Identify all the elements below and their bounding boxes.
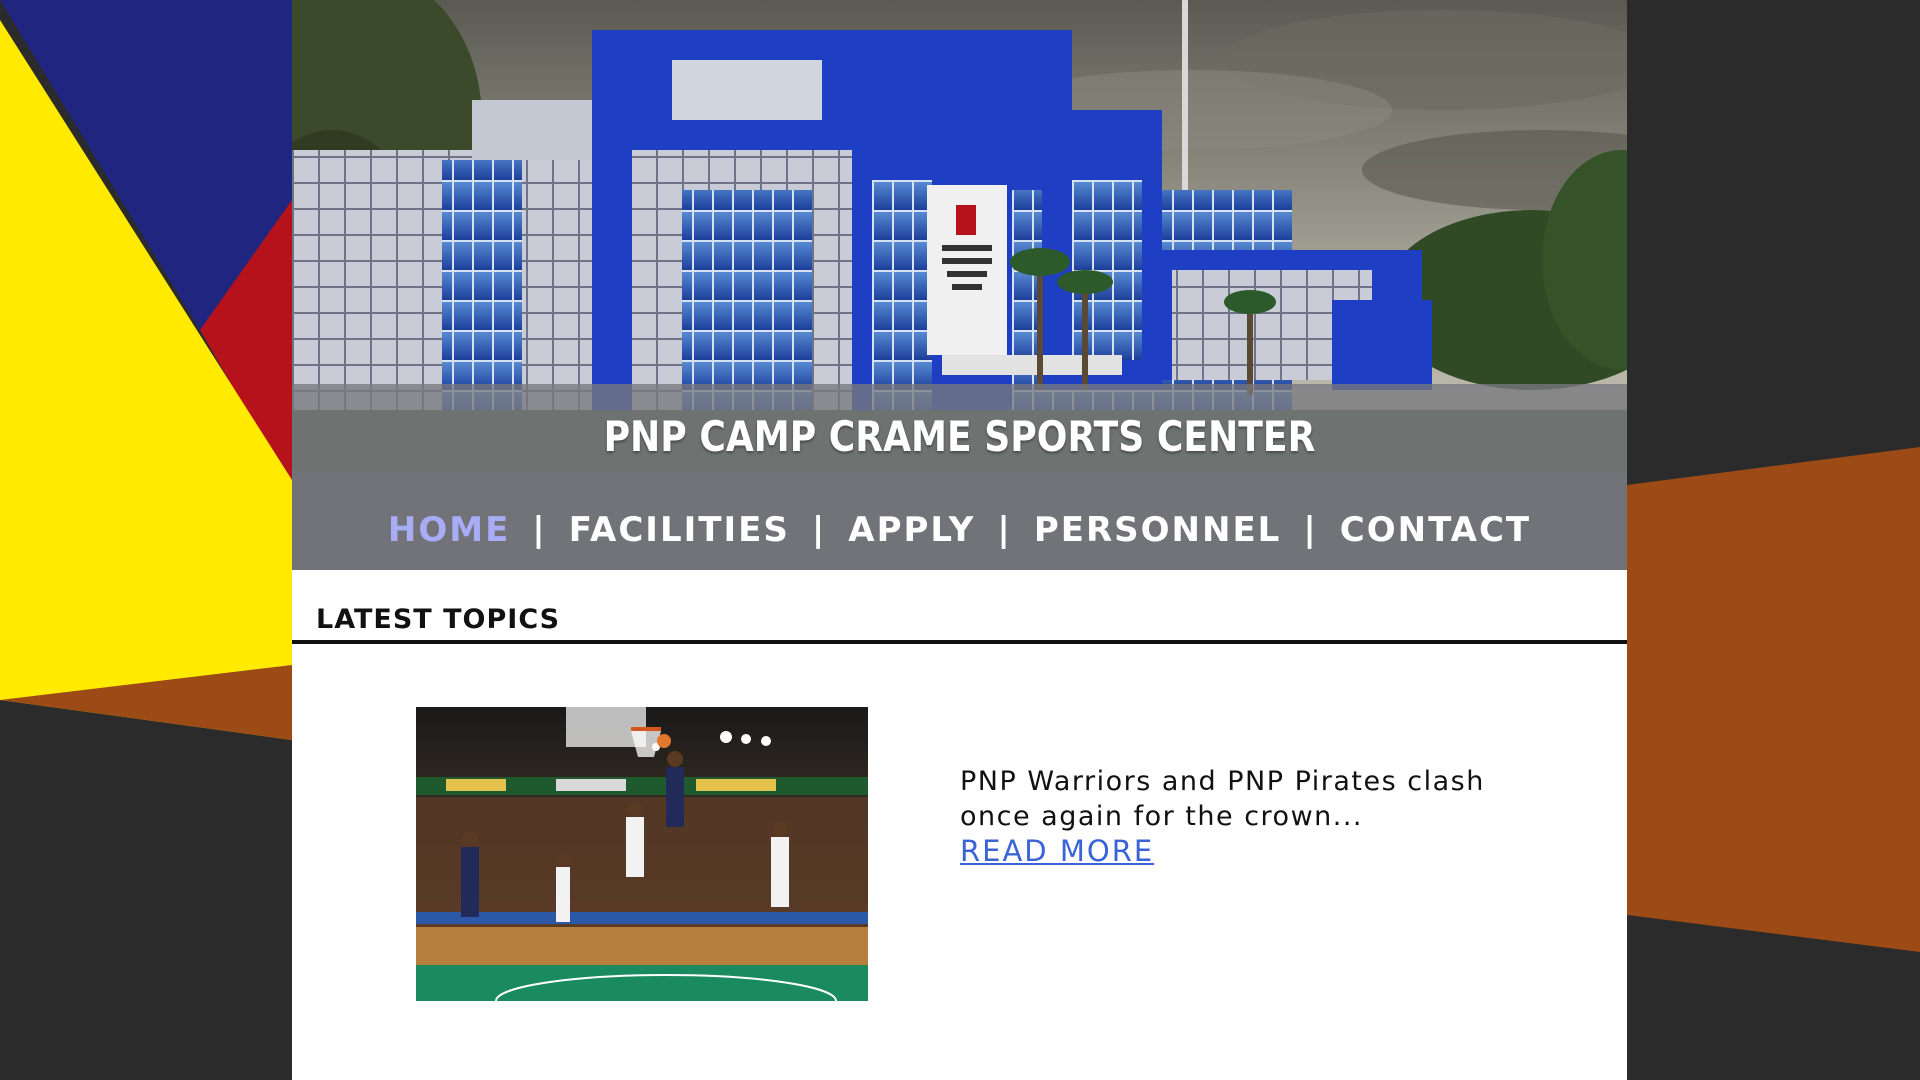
main-panel: PNP CAMP CRAME SPORTS CENTER HOME | FACI… <box>292 0 1627 1080</box>
site-title: PNP CAMP CRAME SPORTS CENTER <box>603 412 1316 461</box>
nav-apply-link[interactable]: APPLY <box>848 510 975 550</box>
nav-separator: | <box>1303 510 1318 550</box>
hero-header: PNP CAMP CRAME SPORTS CENTER HOME | FACI… <box>292 0 1627 570</box>
page: PNP CAMP CRAME SPORTS CENTER HOME | FACI… <box>0 0 1920 1080</box>
latest-topics-heading: LATEST TOPICS <box>316 604 561 635</box>
nav-personnel-link[interactable]: PERSONNEL <box>1034 510 1282 550</box>
nav-separator: | <box>532 510 547 550</box>
nav-home-link[interactable]: HOME <box>388 510 510 550</box>
nav-facilities-link[interactable]: FACILITIES <box>569 510 790 550</box>
section-divider <box>292 640 1627 644</box>
main-navigation: HOME | FACILITIES | APPLY | PERSONNEL | … <box>292 510 1627 550</box>
nav-contact-link[interactable]: CONTACT <box>1340 510 1531 550</box>
right-decorative-background <box>1627 0 1920 1080</box>
left-decorative-background <box>0 0 292 1080</box>
basketball-game-photo <box>416 707 868 1001</box>
read-more-link[interactable]: READ MORE <box>960 834 1154 868</box>
topic-summary: PNP Warriors and PNP Pirates clash once … <box>960 766 1485 832</box>
topic-basketball-image[interactable] <box>416 707 868 1001</box>
nav-separator: | <box>997 510 1012 550</box>
nav-separator: | <box>811 510 827 550</box>
